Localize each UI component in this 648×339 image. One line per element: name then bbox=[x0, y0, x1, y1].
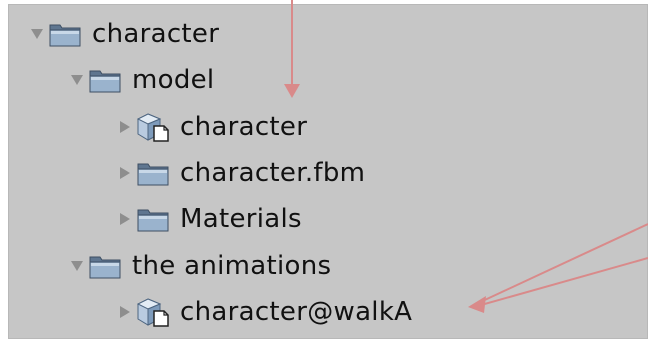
tree-item-label: Materials bbox=[180, 204, 302, 234]
tree-item-materials-folder[interactable]: Materials bbox=[118, 199, 302, 239]
folder-icon bbox=[136, 158, 170, 188]
disclosure-triangle-collapsed-icon[interactable] bbox=[118, 119, 132, 135]
tree-item-label: character.fbm bbox=[180, 158, 366, 188]
project-hierarchy-panel: character model character character.fbm … bbox=[8, 4, 648, 339]
tree-item-label: character@walkA bbox=[180, 297, 413, 327]
disclosure-triangle-collapsed-icon[interactable] bbox=[118, 304, 132, 320]
disclosure-triangle-collapsed-icon[interactable] bbox=[118, 165, 132, 181]
tree-item-character-walka-model[interactable]: character@walkA bbox=[118, 292, 412, 332]
tree-item-character-folder[interactable]: character bbox=[30, 14, 219, 54]
disclosure-triangle-expanded-icon[interactable] bbox=[70, 258, 84, 274]
tree-item-model-folder[interactable]: model bbox=[70, 60, 214, 100]
disclosure-triangle-expanded-icon[interactable] bbox=[30, 26, 44, 42]
folder-icon bbox=[88, 251, 122, 281]
tree-item-the-animations-folder[interactable]: the animations bbox=[70, 246, 331, 286]
tree-item-label: the animations bbox=[132, 251, 332, 281]
tree-item-label: character bbox=[180, 112, 308, 142]
disclosure-triangle-expanded-icon[interactable] bbox=[70, 72, 84, 88]
disclosure-triangle-collapsed-icon[interactable] bbox=[118, 211, 132, 227]
folder-icon bbox=[136, 204, 170, 234]
tree-item-character-fbm-folder[interactable]: character.fbm bbox=[118, 153, 365, 193]
model-prefab-icon bbox=[136, 112, 170, 142]
folder-icon bbox=[88, 65, 122, 95]
tree-item-label: character bbox=[92, 19, 220, 49]
tree-item-character-model[interactable]: character bbox=[118, 107, 307, 147]
tree-item-label: model bbox=[132, 65, 215, 95]
folder-icon bbox=[48, 19, 82, 49]
model-prefab-icon bbox=[136, 297, 170, 327]
screenshot-stage: character model character character.fbm … bbox=[0, 0, 648, 339]
